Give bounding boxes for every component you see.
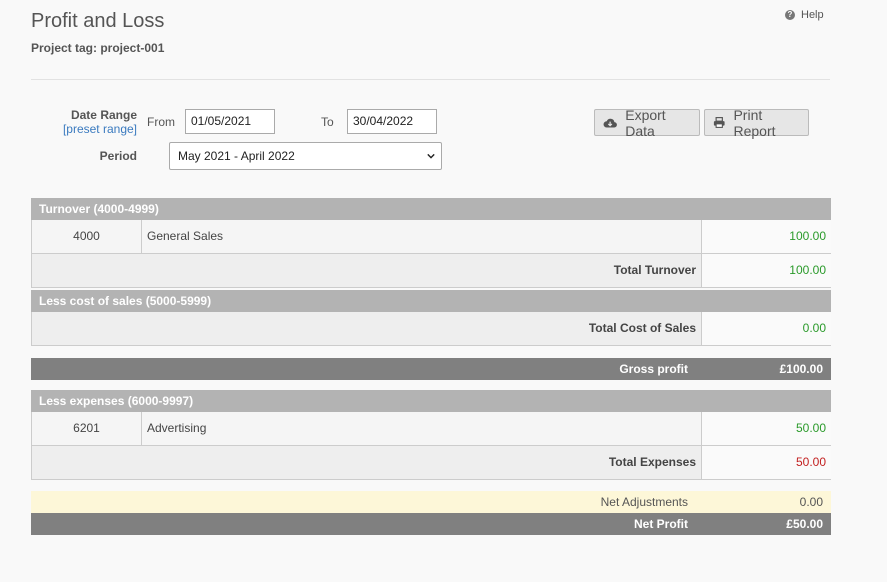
total-cost-of-sales-row: Total Cost of Sales 0.00: [31, 312, 831, 346]
project-tag: Project tag: project-001: [31, 41, 165, 55]
header-divider: [31, 79, 830, 80]
total-cost-of-sales-value: 0.00: [701, 312, 831, 345]
net-adjustments-bar: Net Adjustments 0.00: [31, 491, 831, 513]
period-label: Period: [99, 149, 137, 163]
export-data-label: Export Data: [625, 106, 666, 139]
account-name: General Sales: [147, 229, 224, 243]
chevron-down-icon: [427, 153, 435, 159]
total-expenses-value: 50.00: [701, 446, 831, 479]
from-label: From: [147, 115, 175, 129]
account-code: 4000: [32, 220, 142, 253]
to-label: To: [321, 115, 334, 129]
print-report-label: Print Report: [733, 106, 776, 139]
table-row[interactable]: 6201 Advertising 50.00: [31, 412, 831, 446]
question-icon: ?: [785, 10, 795, 20]
gross-profit-value: £100.00: [779, 362, 823, 376]
net-profit-value: £50.00: [786, 517, 823, 531]
cloud-download-icon: [603, 118, 617, 127]
net-adjustments-label: Net Adjustments: [600, 495, 688, 509]
net-profit-label: Net Profit: [634, 517, 688, 531]
table-row[interactable]: 4000 General Sales 100.00: [31, 220, 831, 254]
total-expenses-row: Total Expenses 50.00: [31, 446, 831, 480]
net-profit-bar: Net Profit £50.00: [31, 513, 831, 535]
cost-of-sales-section-header: Less cost of sales (5000-5999): [31, 290, 831, 312]
turnover-section-header: Turnover (4000-4999): [31, 198, 831, 220]
period-select[interactable]: May 2021 - April 2022: [169, 142, 442, 170]
page-title: Profit and Loss: [31, 10, 165, 32]
from-date-input[interactable]: 01/05/2021: [185, 109, 275, 134]
expenses-section-header: Less expenses (6000-9997): [31, 390, 831, 412]
total-turnover-row: Total Turnover 100.00: [31, 254, 831, 288]
total-turnover-value: 100.00: [701, 254, 831, 287]
net-adjustments-value: 0.00: [799, 495, 823, 509]
help-label: Help: [801, 9, 824, 21]
period-selected-value: May 2021 - April 2022: [178, 149, 295, 163]
account-amount: 50.00: [701, 412, 831, 445]
gross-profit-bar: Gross profit £100.00: [31, 358, 831, 380]
account-name: Advertising: [147, 421, 207, 435]
total-cost-of-sales-label: Total Cost of Sales: [588, 321, 696, 335]
preset-range-link[interactable]: [preset range]: [40, 122, 137, 136]
date-range-label: Date Range: [70, 108, 137, 122]
to-date-input[interactable]: 30/04/2022: [347, 109, 437, 134]
total-turnover-label: Total Turnover: [613, 263, 696, 277]
help-link[interactable]: ? Help: [785, 9, 824, 21]
gross-profit-label: Gross profit: [619, 362, 688, 376]
export-data-button[interactable]: Export Data: [594, 106, 700, 139]
print-report-button[interactable]: Print Report: [704, 106, 809, 139]
total-expenses-label: Total Expenses: [608, 455, 696, 469]
account-amount: 100.00: [701, 220, 831, 253]
account-code: 6201: [32, 412, 142, 445]
printer-icon: [713, 117, 725, 128]
